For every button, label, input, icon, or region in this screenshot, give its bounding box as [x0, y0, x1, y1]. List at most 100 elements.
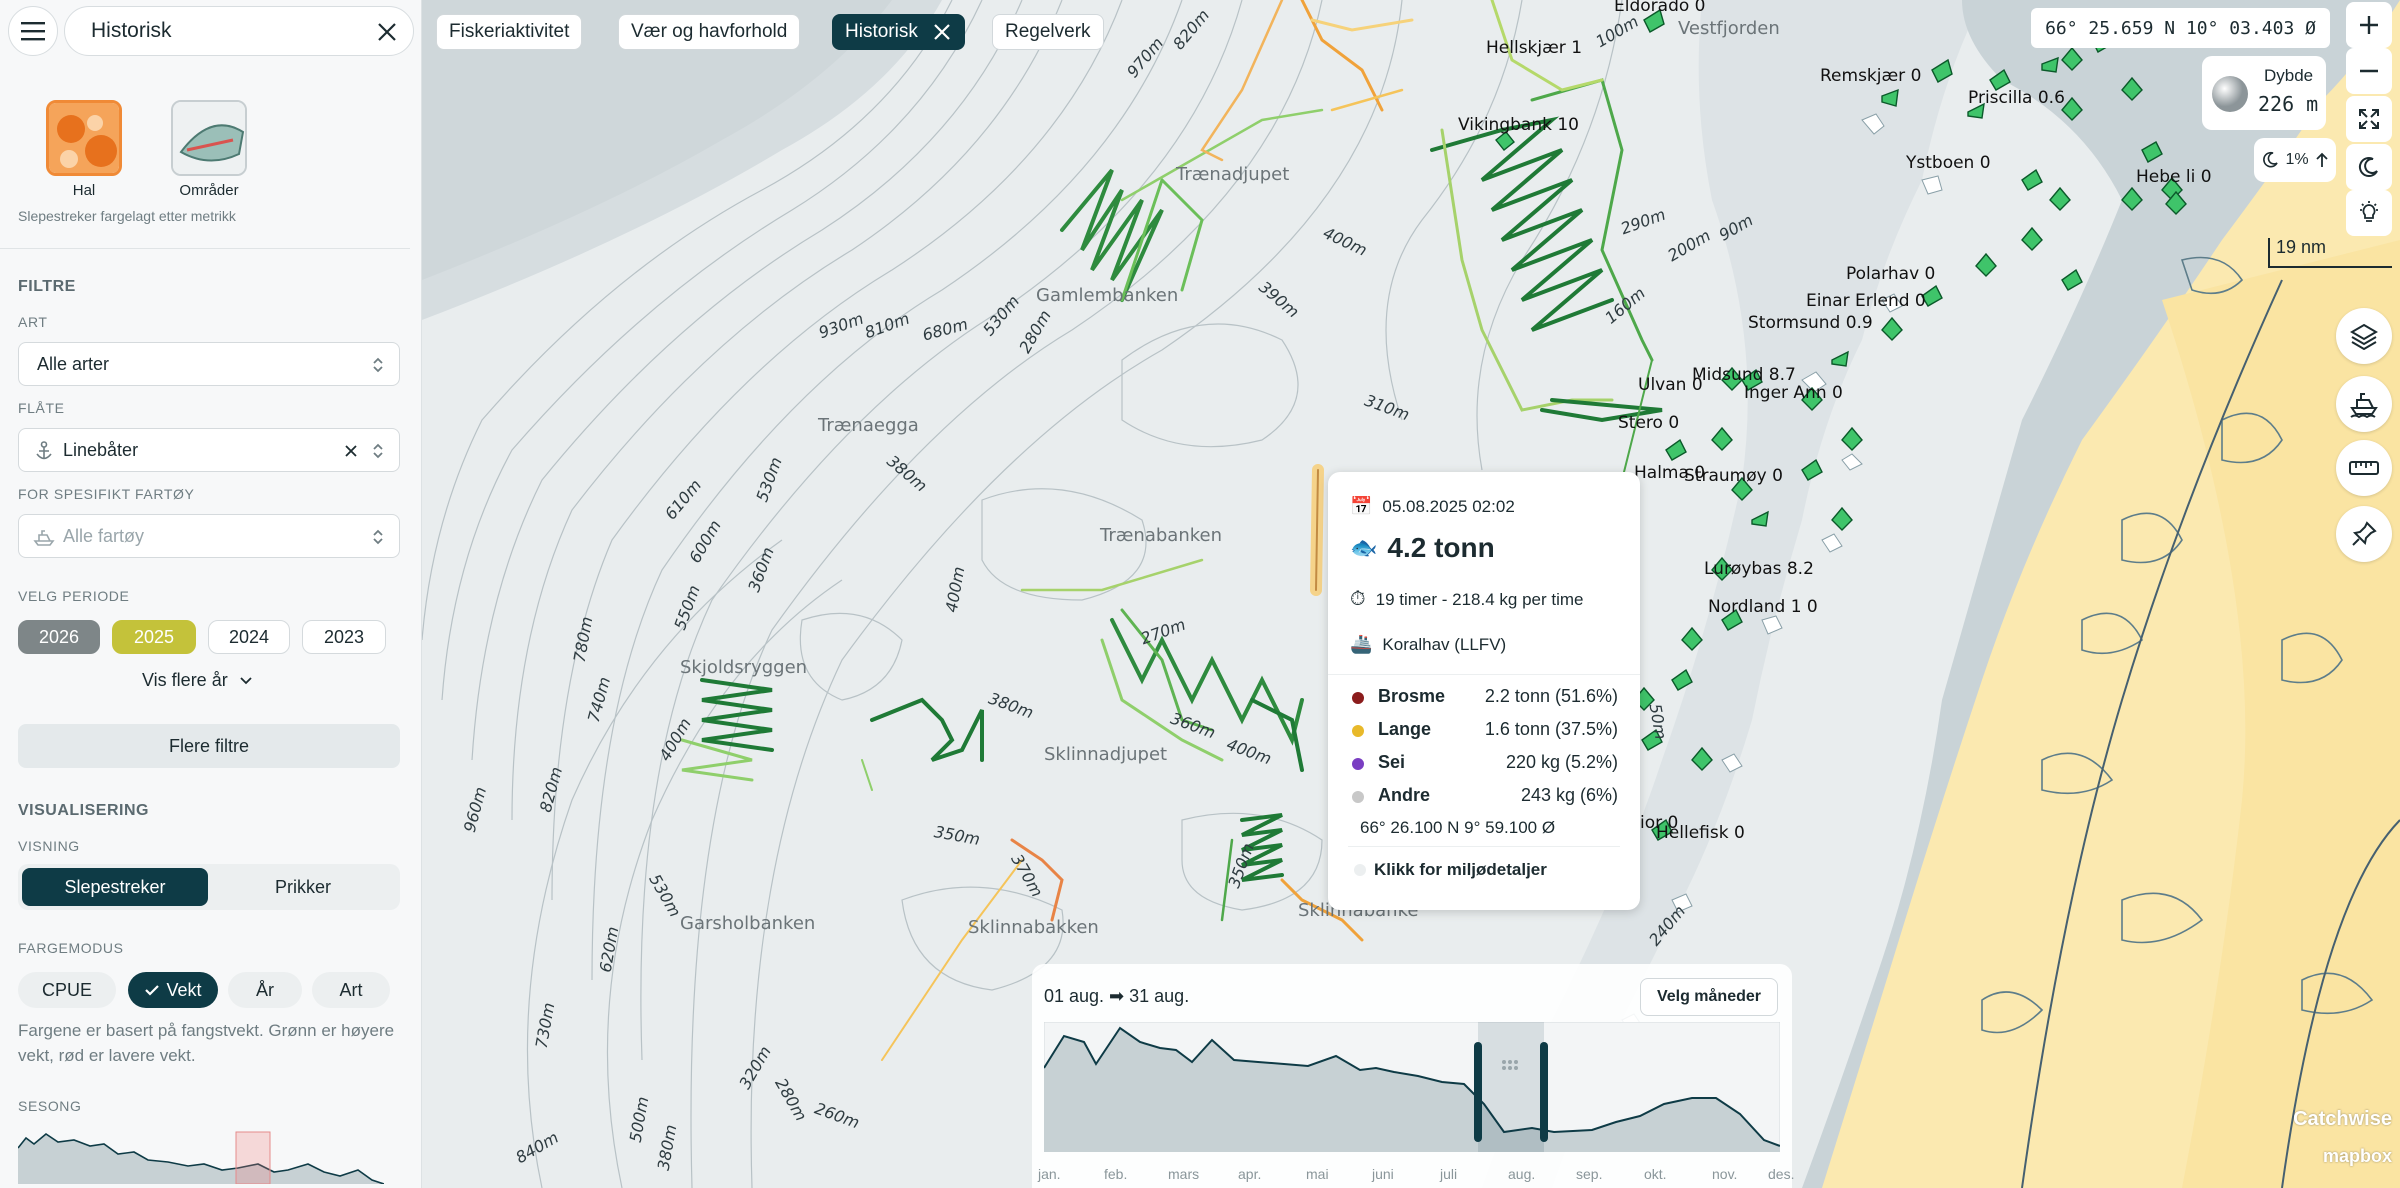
ship-icon: 🚢	[1350, 634, 1373, 654]
vessel-placeholder: Alle fartøy	[63, 525, 145, 546]
ruler-icon	[2349, 461, 2379, 475]
search-input[interactable]: Historisk	[64, 6, 414, 56]
search-value: Historisk	[91, 19, 172, 42]
view-prikker[interactable]: Prikker	[210, 868, 396, 906]
year-2024[interactable]: 2024	[208, 620, 290, 654]
popup-weight: 4.2 tonn	[1387, 532, 1495, 563]
color-mode-art[interactable]: Art	[312, 972, 390, 1008]
species-name: Andre	[1378, 785, 1431, 805]
fleet-label: FLÅTE	[18, 400, 65, 416]
fleet-value: Linebåter	[63, 439, 139, 460]
layers-icon	[2350, 323, 2378, 350]
map[interactable]: Trænadjupet Gamlembanken Trænaegga Træna…	[422, 0, 2400, 1188]
pin-button[interactable]	[2336, 506, 2392, 562]
species-dot	[1352, 725, 1364, 737]
color-mode-vekt[interactable]: Vekt	[128, 972, 218, 1008]
species-value: 220 kg (5.2%)	[1505, 752, 1618, 772]
vessel-label: Ystboen 0	[1906, 153, 1991, 173]
info-dot-icon	[1354, 864, 1366, 876]
zoom-out-button[interactable]	[2346, 48, 2392, 94]
tab-regelverk[interactable]: Regelverk	[992, 14, 1104, 50]
depth-label-title: Dybde	[2264, 66, 2314, 85]
environment-details-link[interactable]: Klikk for miljødetaljer	[1354, 860, 1547, 880]
measure-button[interactable]	[2336, 440, 2392, 496]
color-mode-label: FARGEMODUS	[18, 940, 124, 956]
layer-mode-label: Hal	[72, 182, 96, 199]
vessel-label: Eldorado 0	[1614, 0, 1706, 16]
vessel-label: Hellefisk 0	[1656, 823, 1745, 843]
month-tick: juli	[1440, 1166, 1458, 1182]
view-slepestreker[interactable]: Slepestreker	[22, 868, 208, 906]
ship-icon	[2350, 393, 2378, 418]
place-name: Gamlembanken	[1036, 285, 1179, 306]
light-button[interactable]	[2346, 190, 2392, 236]
month-tick: sep.	[1576, 1166, 1603, 1182]
show-more-years[interactable]: Vis flere år	[142, 670, 253, 691]
layer-mode-hal[interactable]: Hal	[44, 100, 124, 199]
place-name: Trænadjupet	[1176, 164, 1290, 185]
species-select[interactable]: Alle arter	[18, 342, 400, 386]
view-label: VISNING	[18, 838, 80, 854]
vessel-label: Straumøy 0	[1684, 466, 1783, 486]
tab-historisk[interactable]: Historisk	[832, 14, 965, 50]
color-mode-cpue[interactable]: CPUE	[18, 972, 116, 1008]
popup-date-row: 📅 05.08.2025 02:02	[1350, 496, 1515, 517]
species-name: Sei	[1378, 752, 1406, 772]
range-handle-right	[1540, 1042, 1548, 1142]
species-value: Alle arter	[37, 353, 110, 374]
month-tick: apr.	[1238, 1166, 1262, 1182]
vessel-select[interactable]: Alle fartøy	[18, 514, 400, 558]
color-mode-ar[interactable]: År	[228, 972, 302, 1008]
month-tick: des.	[1768, 1166, 1795, 1182]
year-2025[interactable]: 2025	[112, 620, 196, 654]
tab-fiskeriaktivitet[interactable]: Fiskeriaktivitet	[436, 14, 583, 50]
place-name: Sklinnabakken	[968, 917, 1099, 938]
updown-chevron-icon	[373, 357, 383, 373]
more-filters-button[interactable]: Flere filtre	[18, 724, 400, 768]
month-tick: juni	[1372, 1166, 1394, 1182]
vessel-label: Ulvan 0	[1638, 375, 1703, 395]
zoom-in-button[interactable]	[2346, 2, 2392, 48]
vessel-label: Lurøybas 8.2	[1704, 559, 1814, 579]
vessel-label: Polarhav 0	[1846, 264, 1936, 284]
place-name: Skjoldsryggen	[680, 657, 808, 678]
fullscreen-button[interactable]	[2346, 96, 2392, 142]
clear-fleet-icon[interactable]	[343, 443, 359, 459]
timeline-chart[interactable]	[1044, 1022, 1780, 1152]
color-mode-vekt-label: Vekt	[166, 979, 202, 1000]
month-tick: feb.	[1104, 1166, 1128, 1182]
catchwise-logo: Catchwise	[2293, 1108, 2392, 1130]
divider	[0, 248, 410, 249]
pick-months-button[interactable]: Velg måneder	[1639, 978, 1778, 1016]
omrader-thumbnail	[171, 100, 247, 176]
close-icon[interactable]	[932, 22, 952, 42]
layer-mode-label: Områder	[179, 182, 239, 199]
night-mode-button[interactable]	[2346, 144, 2392, 190]
popup-datetime: 05.08.2025 02:02	[1382, 496, 1515, 516]
species-dot	[1352, 758, 1364, 770]
expand-icon	[2359, 109, 2379, 129]
fleet-select[interactable]: Linebåter	[18, 428, 400, 472]
layer-mode-omrader[interactable]: Områder	[169, 100, 249, 199]
year-2023[interactable]: 2023	[302, 620, 386, 654]
vessels-button[interactable]	[2336, 376, 2392, 432]
vessel-label: Inger Ann 0	[1744, 383, 1843, 403]
year-2026[interactable]: 2026	[18, 620, 100, 654]
clear-search-icon[interactable]	[375, 20, 399, 44]
menu-button[interactable]	[8, 6, 58, 56]
layer-caption: Slepestreker fargelagt etter metrikk	[18, 208, 236, 224]
tab-vaer-og-havforhold[interactable]: Vær og havforhold	[618, 14, 801, 50]
filters-title: FILTRE	[18, 278, 76, 295]
popup-divider	[1348, 846, 1620, 847]
timeline-range: 01 aug. ➡ 31 aug.	[1044, 986, 1190, 1006]
hal-thumbnail	[46, 100, 122, 176]
updown-chevron-icon	[373, 443, 383, 459]
layers-button[interactable]	[2336, 308, 2392, 364]
calendar-icon: 📅	[1350, 496, 1373, 516]
cursor-coordinates: 66° 25.659 N 10° 03.403 Ø	[2031, 8, 2330, 48]
scale-bar: 19 nm	[2268, 238, 2392, 268]
timeline-panel: 01 aug. ➡ 31 aug. Velg måneder jan. feb.…	[1032, 964, 1795, 1188]
species-value: 1.6 tonn (37.5%)	[1484, 719, 1618, 739]
hamburger-icon	[21, 22, 45, 41]
season-sparkline[interactable]	[18, 1124, 384, 1184]
